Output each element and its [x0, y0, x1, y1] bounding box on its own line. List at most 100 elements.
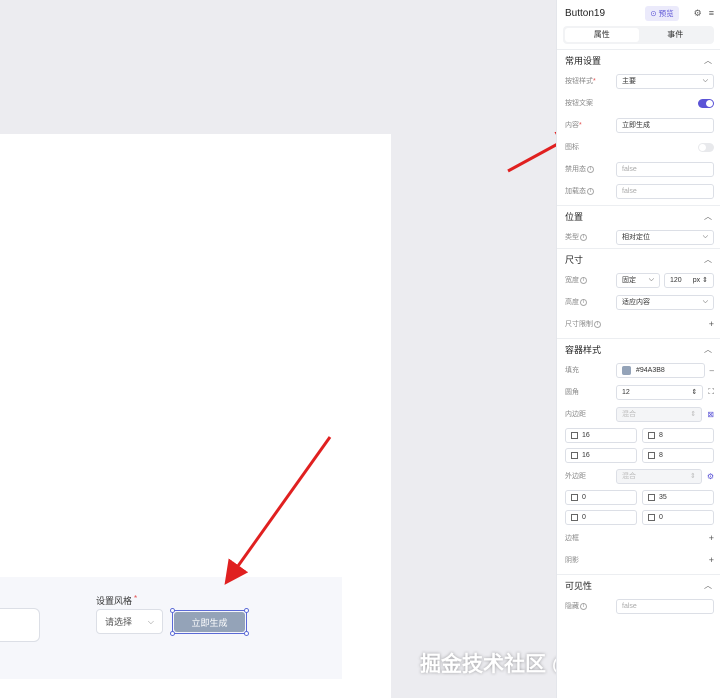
margin-bottom-icon	[648, 513, 655, 521]
padding-right-icon	[571, 451, 578, 459]
row-position-type: 类型 i 相对定位 ⌵	[557, 226, 720, 248]
section-header-visibility[interactable]: 可见性 ︿	[557, 575, 720, 595]
style-select[interactable]: 请选择 ⌵	[96, 609, 163, 634]
height-select[interactable]: 适应内容 ⌵	[616, 294, 714, 310]
margin-left-input[interactable]: 0	[565, 489, 637, 505]
padding-input[interactable]: 混合 ⇕	[616, 406, 703, 422]
resize-handle-bl[interactable]	[170, 631, 175, 636]
icon-toggle[interactable]	[698, 142, 714, 152]
row-button-text: 按钮文案	[557, 92, 720, 114]
margin-mode-icon[interactable]: ⚙	[707, 472, 714, 481]
chevron-up-icon: ︿	[704, 211, 712, 221]
play-icon: ⊙	[650, 8, 657, 18]
chevron-up-icon: ︿	[704, 55, 712, 65]
info-icon: i	[594, 320, 601, 328]
hidden-input[interactable]: false	[616, 598, 714, 614]
preview-button[interactable]: ⊙ 预览	[645, 5, 679, 21]
resize-handle-tr[interactable]	[244, 608, 249, 613]
info-icon: i	[587, 165, 594, 173]
padding-mode-icon[interactable]: ⊠	[707, 410, 714, 419]
padding-top-icon	[648, 431, 655, 439]
chevron-down-icon: ⌵	[702, 77, 708, 84]
row-fill: 填充 #94A3B8 –	[557, 359, 720, 381]
chevron-up-icon: ︿	[704, 580, 712, 590]
row-border: 边框 +	[565, 533, 714, 543]
info-icon: i	[587, 187, 594, 195]
margin-row-1: 0 35	[557, 487, 720, 507]
padding-bottom-icon	[648, 451, 655, 459]
left-input-field[interactable]	[0, 608, 40, 642]
tab-properties[interactable]: 属性	[565, 28, 639, 42]
chevron-down-icon: ⌵	[648, 276, 654, 283]
padding-left-icon	[571, 431, 578, 439]
radius-input[interactable]: 12 ⇕	[616, 384, 704, 400]
chevron-down-icon: ⌵	[147, 616, 154, 626]
section-header-size[interactable]: 尺寸 ︿	[557, 249, 720, 269]
minus-icon[interactable]: –	[710, 366, 714, 375]
info-icon: i	[580, 602, 587, 610]
chevron-up-icon: ︿	[704, 254, 712, 264]
padding-bottom-input[interactable]: 8	[642, 447, 714, 463]
resize-handle-tl[interactable]	[170, 608, 175, 613]
width-mode-select[interactable]: 固定 ⌵	[616, 272, 660, 288]
component-title: Button19	[565, 7, 606, 19]
margin-top-input[interactable]: 35	[642, 489, 714, 505]
row-size-limit: 尺寸限制 i +	[565, 319, 714, 329]
row-icon: 图标	[557, 136, 720, 158]
position-type-select[interactable]: 相对定位 ⌵	[616, 229, 714, 245]
margin-row-2: 0 0	[557, 507, 720, 527]
padding-left-input[interactable]: 16	[565, 427, 637, 443]
row-hidden: 隐藏 i false	[557, 595, 720, 617]
plus-icon[interactable]: +	[709, 555, 714, 565]
generate-button[interactable]: 立即生成	[174, 612, 245, 632]
tab-events[interactable]: 事件	[639, 28, 713, 42]
width-input[interactable]: 120 px ⇕	[664, 272, 714, 288]
section-common: 常用设置 ︿ 按钮样式* 主要 ⌵ 按钮文案 内容* 立即生成 图标 禁用态 i fa…	[557, 49, 720, 202]
margin-input[interactable]: 混合 ⇕	[616, 468, 702, 484]
plus-icon[interactable]: +	[709, 533, 714, 543]
section-header-container[interactable]: 容器样式 ︿	[557, 339, 720, 359]
padding-top-input[interactable]: 8	[642, 427, 714, 443]
button-style-select[interactable]: 主要 ⌵	[616, 73, 714, 89]
row-margin: 外边距 混合 ⇕ ⚙	[557, 465, 720, 487]
menu-icon[interactable]: ≡	[709, 8, 714, 18]
padding-row-2: 16 8	[557, 445, 720, 465]
panel-header: Button19 ⊙ 预览 ⚙ ≡	[557, 0, 720, 26]
required-mark: *	[134, 594, 138, 603]
info-icon: i	[580, 233, 587, 241]
disabled-input[interactable]: false	[616, 161, 714, 177]
gear-icon[interactable]: ⚙	[694, 8, 702, 19]
resize-handle-br[interactable]	[244, 631, 249, 636]
loading-input[interactable]: false	[616, 183, 714, 199]
row-padding: 内边距 混合 ⇕ ⊠	[557, 403, 720, 425]
margin-right-input[interactable]: 0	[565, 509, 637, 525]
row-width: 宽度 i 固定 ⌵ 120 px ⇕	[557, 269, 720, 291]
info-icon: i	[580, 276, 587, 284]
chevron-down-icon: ⌵	[702, 233, 708, 240]
chevron-down-icon: ⌵	[702, 298, 708, 305]
section-header-common[interactable]: 常用设置 ︿	[557, 50, 720, 70]
section-visibility: 可见性 ︿ 隐藏 i false	[557, 574, 720, 617]
color-swatch[interactable]	[622, 365, 631, 375]
panel-tabs: 属性 事件	[563, 26, 714, 44]
padding-row-1: 16 8	[557, 425, 720, 445]
section-size: 尺寸 ︿ 宽度 i 固定 ⌵ 120 px ⇕ 高度 i 适应内容 ⌵ 尺寸限制 i +	[557, 248, 720, 335]
style-field-label: 设置风格 *	[96, 594, 138, 606]
margin-top-icon	[648, 493, 655, 501]
margin-bottom-input[interactable]: 0	[642, 509, 714, 525]
margin-right-icon	[571, 513, 578, 521]
margin-left-icon	[571, 493, 578, 501]
section-container-style: 容器样式 ︿ 填充 #94A3B8 – 圆角 12 ⇕ ⛶ 内边距 混合 ⇕ ⊠ 16…	[557, 338, 720, 571]
fill-input[interactable]: #94A3B8	[616, 362, 705, 378]
row-loading: 加载态 i false	[557, 180, 720, 202]
content-input[interactable]: 立即生成	[616, 117, 714, 133]
button-text-toggle[interactable]	[698, 98, 714, 108]
section-header-position[interactable]: 位置 ︿	[557, 206, 720, 226]
info-icon: i	[580, 298, 587, 306]
corners-icon[interactable]: ⛶	[708, 387, 714, 397]
select-placeholder: 请选择	[105, 617, 133, 627]
padding-right-input[interactable]: 16	[565, 447, 637, 463]
row-content: 内容* 立即生成	[557, 114, 720, 136]
section-position: 位置 ︿ 类型 i 相对定位 ⌵	[557, 205, 720, 248]
plus-icon[interactable]: +	[709, 319, 714, 329]
